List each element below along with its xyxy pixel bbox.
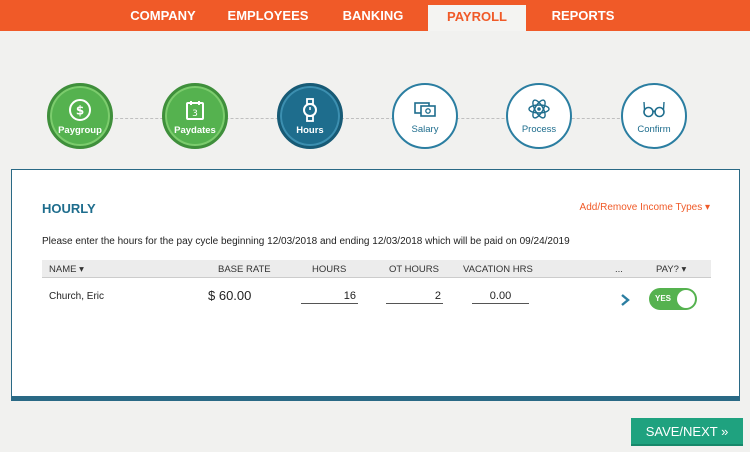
top-navigation: COMPANY EMPLOYEES BANKING PAYROLL REPORT… — [0, 0, 750, 31]
tab-payroll[interactable]: PAYROLL — [428, 5, 526, 31]
column-pay[interactable]: PAY? ▾ — [656, 264, 686, 275]
hourly-panel: HOURLY Add/Remove Income Types ▾ Please … — [11, 169, 740, 401]
instructions-text: Please enter the hours for the pay cycle… — [42, 236, 268, 247]
step-label: Hours — [296, 125, 324, 136]
step-label: Paygroup — [58, 125, 102, 136]
base-rate-value: $ 60.00 — [208, 288, 252, 303]
svg-text:$: $ — [76, 104, 84, 118]
tab-banking[interactable]: BANKING — [330, 4, 416, 27]
table-header: NAME ▾ BASE RATE HOURS OT HOURS VACATION… — [42, 260, 711, 278]
table-row: Church, Eric $ 60.00 YES — [42, 282, 711, 322]
step-confirm[interactable]: Confirm — [621, 83, 687, 149]
step-label: Salary — [411, 124, 439, 135]
step-paydates[interactable]: 3 Paydates — [162, 83, 228, 149]
column-ot-hours: OT HOURS — [389, 264, 439, 275]
cycle-begin-date: 12/03/2018 — [267, 236, 318, 247]
tab-reports[interactable]: REPORTS — [540, 4, 626, 27]
ot-hours-input[interactable] — [386, 288, 443, 304]
pay-cycle-instructions: Please enter the hours for the pay cycle… — [42, 236, 570, 247]
step-label: Process — [521, 124, 557, 135]
column-hours: HOURS — [312, 264, 347, 275]
vacation-hrs-input[interactable] — [472, 288, 529, 304]
column-vacation-hrs: VACATION HRS — [463, 264, 533, 275]
svg-text:3: 3 — [192, 109, 198, 119]
add-remove-income-types-link[interactable]: Add/Remove Income Types ▾ — [580, 202, 710, 213]
column-name[interactable]: NAME ▾ — [49, 264, 84, 275]
step-label: Paydates — [174, 125, 216, 136]
employee-name: Church, Eric — [49, 291, 105, 302]
toggle-knob — [677, 290, 695, 308]
paid-on-date: 09/24/2019 — [519, 236, 570, 247]
panel-title: HOURLY — [42, 201, 96, 216]
step-salary[interactable]: Salary — [392, 83, 458, 149]
payroll-stepper: $ Paygroup 3 Paydates Hours Salary Proce… — [0, 78, 750, 158]
money-icon — [414, 102, 436, 117]
instructions-text: which will be paid on — [422, 236, 520, 247]
glasses-icon — [643, 101, 665, 118]
tab-employees[interactable]: EMPLOYEES — [222, 4, 314, 27]
pay-toggle[interactable]: YES — [649, 288, 697, 310]
step-hours[interactable]: Hours — [277, 83, 343, 149]
column-more[interactable]: ... — [615, 264, 623, 275]
chevron-right-icon[interactable] — [618, 292, 632, 308]
step-process[interactable]: Process — [506, 83, 572, 149]
watch-icon — [303, 98, 317, 122]
hours-input[interactable] — [301, 288, 358, 304]
step-label: Confirm — [637, 124, 671, 135]
cycle-end-date: 12/03/2018 — [372, 236, 423, 247]
dollar-coin-icon: $ — [69, 99, 91, 121]
atom-icon — [528, 99, 550, 119]
save-next-button[interactable]: SAVE/NEXT » — [631, 418, 743, 446]
step-paygroup[interactable]: $ Paygroup — [47, 83, 113, 149]
calendar-icon: 3 — [186, 101, 204, 120]
toggle-label: YES — [655, 294, 672, 303]
column-base-rate: BASE RATE — [218, 264, 271, 275]
tab-company[interactable]: COMPANY — [120, 4, 206, 27]
instructions-text: and ending — [317, 236, 373, 247]
